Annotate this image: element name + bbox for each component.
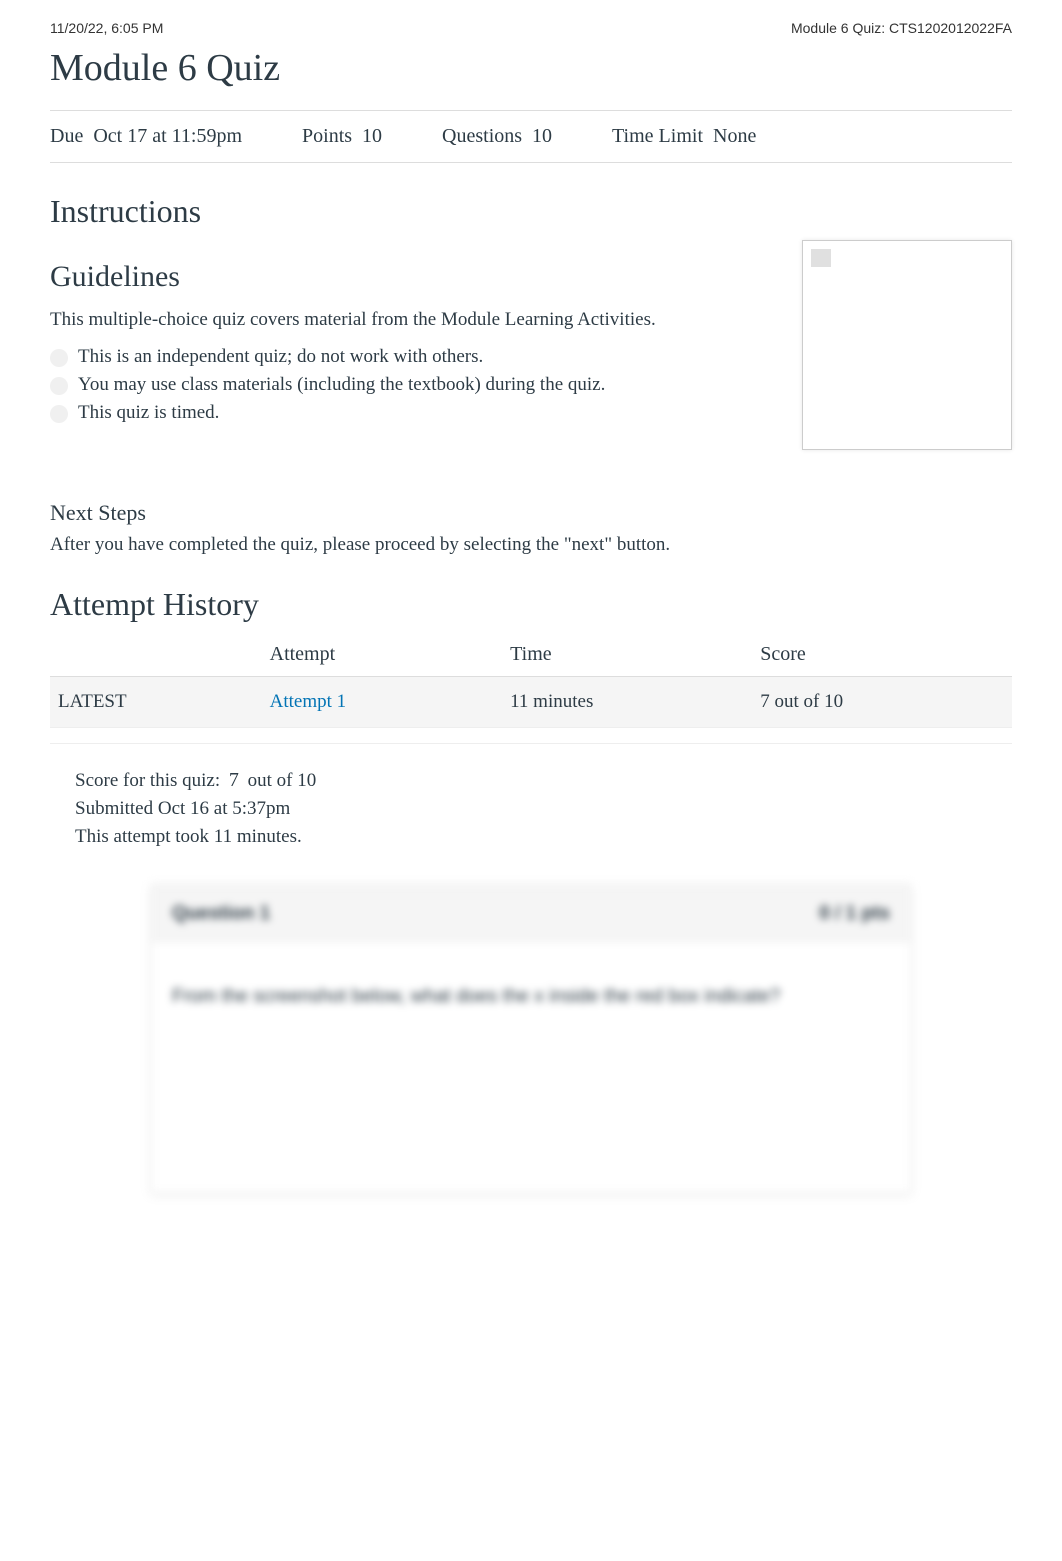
- intro-paragraph: This multiple-choice quiz covers materia…: [50, 309, 782, 331]
- bullet-text: This quiz is timed.: [78, 402, 219, 424]
- print-doc-title: Module 6 Quiz: CTS1202012022FA: [791, 20, 1012, 36]
- question-body: From the screenshot below, what does the…: [152, 943, 910, 1192]
- quiz-meta-bar: Due Oct 17 at 11:59pm Points 10 Question…: [50, 110, 1012, 163]
- question-header: Question 1 0 / 1 pts: [152, 885, 910, 943]
- meta-points-value: 10: [362, 125, 382, 148]
- bullet-text: This is an independent quiz; do not work…: [78, 346, 483, 368]
- attempt-history-heading: Attempt History: [50, 586, 1012, 623]
- meta-questions-label: Questions: [442, 125, 522, 148]
- meta-time-limit-label: Time Limit: [612, 125, 703, 148]
- list-item: This quiz is timed.: [50, 402, 782, 424]
- broken-image-icon: [811, 249, 831, 267]
- question-label: Question 1: [172, 903, 270, 925]
- decorative-image-placeholder: [802, 240, 1012, 450]
- question-card-blurred: Question 1 0 / 1 pts From the screenshot…: [151, 884, 911, 1193]
- attempt-time: 11 minutes: [502, 677, 752, 728]
- submitted-line: Submitted Oct 16 at 5:37pm: [75, 798, 987, 820]
- table-header-blank: [50, 633, 262, 677]
- meta-due-label: Due: [50, 125, 83, 148]
- score-prefix: Score for this quiz:: [75, 770, 220, 791]
- score-line: Score for this quiz: 7 out of 10: [75, 769, 987, 792]
- page-title: Module 6 Quiz: [50, 46, 1012, 90]
- meta-time-limit: Time Limit None: [612, 125, 756, 148]
- score-value: 7: [225, 769, 243, 791]
- print-header: 11/20/22, 6:05 PM Module 6 Quiz: CTS1202…: [0, 0, 1062, 46]
- table-header-time: Time: [502, 633, 752, 677]
- list-item: You may use class materials (including t…: [50, 374, 782, 396]
- attempt-history-table: Attempt Time Score LATEST Attempt 1 11 m…: [50, 633, 1012, 728]
- duration-line: This attempt took 11 minutes.: [75, 826, 987, 848]
- print-timestamp: 11/20/22, 6:05 PM: [50, 20, 163, 36]
- attempt-link[interactable]: Attempt 1: [270, 691, 347, 712]
- meta-questions: Questions 10: [442, 125, 552, 148]
- bullet-text: You may use class materials (including t…: [78, 374, 605, 396]
- meta-points: Points 10: [302, 125, 382, 148]
- table-header-attempt: Attempt: [262, 633, 503, 677]
- next-steps-heading: Next Steps: [50, 500, 1012, 526]
- meta-due: Due Oct 17 at 11:59pm: [50, 125, 242, 148]
- latest-badge: LATEST: [58, 691, 127, 712]
- list-item: This is an independent quiz; do not work…: [50, 346, 782, 368]
- guidelines-heading: Guidelines: [50, 260, 782, 294]
- meta-time-limit-value: None: [713, 125, 756, 148]
- bullet-icon: [50, 405, 68, 423]
- question-points: 0 / 1 pts: [819, 903, 890, 925]
- next-steps-paragraph: After you have completed the quiz, pleas…: [50, 534, 1012, 556]
- bullet-icon: [50, 349, 68, 367]
- meta-due-value: Oct 17 at 11:59pm: [93, 125, 242, 148]
- guidelines-list: This is an independent quiz; do not work…: [50, 346, 782, 424]
- bullet-icon: [50, 377, 68, 395]
- score-suffix: out of 10: [248, 770, 317, 791]
- meta-questions-value: 10: [532, 125, 552, 148]
- table-row: LATEST Attempt 1 11 minutes 7 out of 10: [50, 677, 1012, 728]
- score-summary: Score for this quiz: 7 out of 10 Submitt…: [50, 743, 1012, 864]
- instructions-heading: Instructions: [50, 193, 1012, 230]
- table-header-score: Score: [752, 633, 1012, 677]
- attempt-score: 7 out of 10: [752, 677, 1012, 728]
- meta-points-label: Points: [302, 125, 352, 148]
